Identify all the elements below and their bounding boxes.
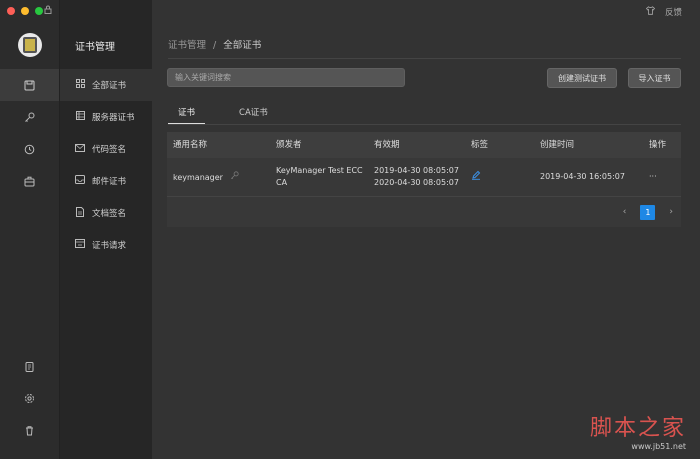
rail-toolbox-button[interactable] bbox=[0, 165, 59, 197]
import-certificate-button[interactable]: 导入证书 bbox=[628, 68, 681, 88]
table-header: 通用名称 颁发者 有效期 标签 创建时间 操作 bbox=[167, 132, 681, 158]
issuer-line: CA bbox=[276, 178, 288, 187]
nav-item-label: 服务器证书 bbox=[92, 113, 135, 123]
nav-title: 证书管理 bbox=[75, 42, 115, 53]
rail-clipboard-button[interactable] bbox=[0, 350, 59, 382]
save-icon bbox=[24, 80, 35, 90]
certificate-name: keymanager bbox=[173, 172, 223, 182]
watermark-url: www.jb51.net bbox=[631, 442, 686, 451]
certificate-nav: 证书管理 全部证书 服务器证书 代码签名 邮件证书 文档签名 证书请求 bbox=[60, 0, 152, 459]
rail-certificates-button[interactable] bbox=[0, 69, 59, 101]
nav-item-code-signing[interactable]: 代码签名 bbox=[60, 133, 152, 165]
minimize-window-button[interactable] bbox=[21, 7, 29, 15]
nav-item-label: 代码签名 bbox=[92, 145, 127, 155]
header-divider bbox=[168, 58, 681, 59]
prev-page-button[interactable]: ‹ bbox=[623, 207, 627, 217]
header-validity[interactable]: 有效期 bbox=[368, 139, 465, 151]
main-content: 反馈 证书管理 / 全部证书 创建测试证书 导入证书 证书 CA证书 通用名称 … bbox=[152, 0, 700, 459]
cell-validity: 2019-04-30 08:05:07 2020-04-30 08:05:07 bbox=[368, 165, 465, 189]
rail-history-button[interactable] bbox=[0, 133, 59, 165]
next-page-button[interactable]: › bbox=[669, 207, 673, 217]
icon-rail bbox=[0, 0, 60, 459]
close-window-button[interactable] bbox=[7, 7, 15, 15]
mail-icon bbox=[74, 143, 86, 155]
tab-ca-certificates[interactable]: CA证书 bbox=[229, 101, 278, 123]
breadcrumb-current: 全部证书 bbox=[223, 40, 262, 51]
maximize-window-button[interactable] bbox=[35, 7, 43, 15]
rail-settings-button[interactable] bbox=[0, 382, 59, 414]
nav-item-label: 文档签名 bbox=[92, 209, 127, 219]
row-actions-button[interactable]: ··· bbox=[643, 171, 681, 183]
header-tag[interactable]: 标签 bbox=[465, 139, 534, 151]
table-row[interactable]: keymanager KeyManager Test ECC CA 2019-0… bbox=[167, 158, 681, 197]
valid-from: 2019-04-30 08:05:07 bbox=[374, 166, 459, 175]
edit-tag-icon[interactable] bbox=[471, 170, 481, 182]
create-test-certificate-button[interactable]: 创建测试证书 bbox=[547, 68, 617, 88]
cell-issuer: KeyManager Test ECC CA bbox=[270, 165, 368, 189]
cell-created-time: 2019-04-30 16:05:07 bbox=[540, 172, 625, 181]
grid-icon bbox=[74, 79, 86, 91]
nav-item-server-certificates[interactable]: 服务器证书 bbox=[60, 101, 152, 133]
breadcrumb: 证书管理 / 全部证书 bbox=[168, 37, 261, 51]
certificate-table: 通用名称 颁发者 有效期 标签 创建时间 操作 keymanager KeyMa… bbox=[167, 132, 681, 227]
rail-trash-button[interactable] bbox=[0, 414, 59, 446]
breadcrumb-separator: / bbox=[213, 40, 217, 51]
key-icon bbox=[25, 112, 35, 122]
inbox-icon bbox=[74, 175, 86, 187]
header-common-name[interactable]: 通用名称 bbox=[167, 139, 270, 151]
nav-item-certificate-requests[interactable]: 证书请求 bbox=[60, 229, 152, 261]
nav-item-document-signing[interactable]: 文档签名 bbox=[60, 197, 152, 229]
cell-common-name: keymanager bbox=[167, 170, 270, 184]
breadcrumb-parent[interactable]: 证书管理 bbox=[168, 40, 206, 51]
shirt-icon[interactable] bbox=[645, 6, 656, 18]
nav-item-all-certificates[interactable]: 全部证书 bbox=[60, 69, 152, 101]
search-input[interactable] bbox=[167, 68, 405, 87]
document-icon bbox=[74, 206, 86, 220]
lock-icon[interactable] bbox=[44, 5, 52, 17]
key-icon bbox=[230, 170, 239, 182]
topbar-actions: 反馈 bbox=[645, 6, 682, 18]
tabs-divider bbox=[168, 124, 681, 125]
app-window: 证书管理 全部证书 服务器证书 代码签名 邮件证书 文档签名 证书请求 反馈 证… bbox=[0, 0, 700, 459]
gear-icon bbox=[25, 393, 34, 403]
issuer-line: KeyManager Test ECC bbox=[276, 166, 363, 175]
clipboard-icon bbox=[25, 361, 34, 372]
server-icon bbox=[74, 111, 86, 123]
tab-certificates[interactable]: 证书 bbox=[168, 101, 206, 125]
page-number-current[interactable]: 1 bbox=[640, 204, 656, 220]
tab-bar: 证书 CA证书 bbox=[168, 101, 278, 125]
app-logo bbox=[18, 33, 42, 57]
valid-to: 2020-04-30 08:05:07 bbox=[374, 178, 459, 187]
trash-icon bbox=[26, 425, 33, 435]
cell-tag bbox=[465, 170, 534, 184]
nav-item-email-certificates[interactable]: 邮件证书 bbox=[60, 165, 152, 197]
nav-item-label: 证书请求 bbox=[92, 241, 127, 251]
briefcase-icon bbox=[24, 176, 35, 186]
header-actions: 操作 bbox=[649, 140, 667, 150]
feedback-link[interactable]: 反馈 bbox=[665, 6, 682, 18]
header-created-time[interactable]: 创建时间 bbox=[534, 139, 643, 151]
watermark: 脚本之家 www.jb51.net bbox=[590, 410, 686, 451]
nav-item-label: 全部证书 bbox=[92, 81, 127, 91]
watermark-title: 脚本之家 bbox=[589, 416, 686, 441]
clock-icon bbox=[24, 144, 35, 154]
pagination: ‹ 1 › bbox=[167, 197, 681, 227]
rail-keys-button[interactable] bbox=[0, 101, 59, 133]
window-controls bbox=[7, 7, 43, 15]
request-icon bbox=[74, 239, 86, 251]
nav-item-label: 邮件证书 bbox=[92, 177, 127, 187]
header-issuer[interactable]: 颁发者 bbox=[270, 139, 368, 151]
